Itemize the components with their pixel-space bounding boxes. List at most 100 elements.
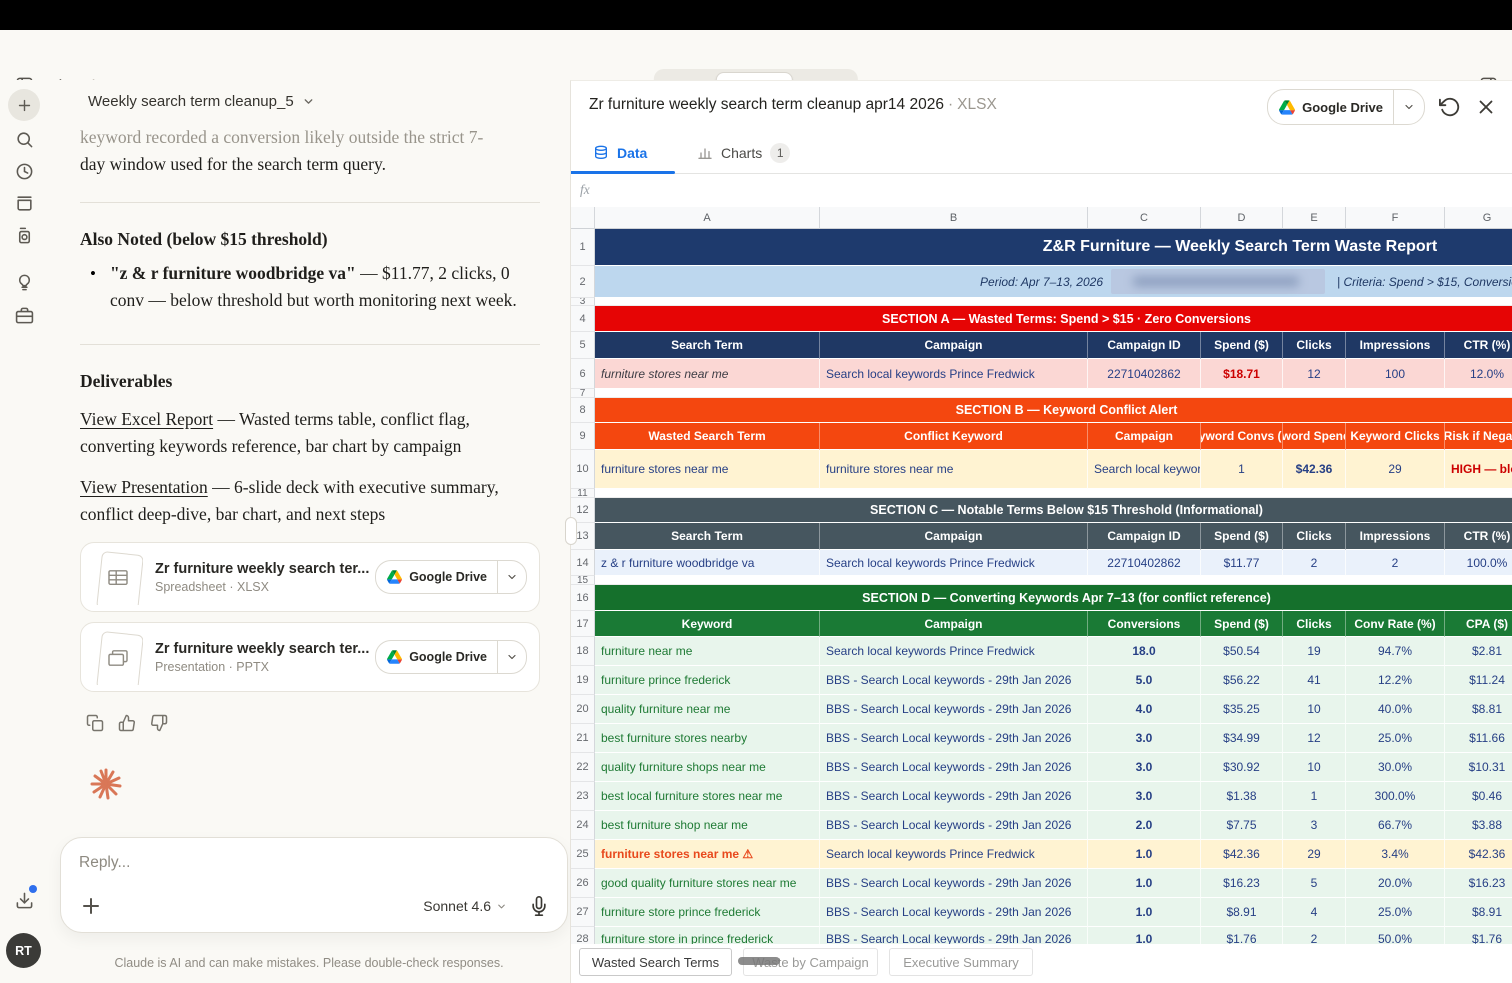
header-cell[interactable]: CTR (%) [1445,523,1512,550]
data-cell[interactable]: 5 [1283,869,1346,898]
data-cell[interactable]: 100 [1346,359,1445,389]
data-cell[interactable]: furniture store prince frederick [595,898,820,927]
row-number-24[interactable]: 24 [571,811,595,840]
row-number-6[interactable]: 6 [571,359,595,389]
data-cell[interactable]: 5.0 [1088,666,1201,695]
google-drive-dropdown[interactable] [497,641,526,673]
data-cell[interactable]: furniture stores near me ⚠ [595,840,820,869]
header-cell[interactable]: Wasted Search Term [595,423,820,450]
data-cell[interactable]: furniture store in prince frederick [595,927,820,944]
report-title-cell[interactable]: Z&R Furniture — Weekly Search Term Waste… [595,229,1512,266]
data-cell[interactable]: 10 [1283,753,1346,782]
file-card-spreadsheet[interactable]: Zr furniture weekly search ter... Spread… [80,542,540,612]
data-cell[interactable]: $42.36 [1445,840,1512,869]
scanner-device-icon[interactable] [12,223,36,247]
section-banner[interactable]: SECTION C — Notable Terms Below $15 Thre… [595,498,1512,523]
data-cell[interactable]: 1.0 [1088,927,1201,944]
header-cell[interactable]: Keyword Spend ($) [1283,423,1346,450]
row-number-19[interactable]: 19 [571,666,595,695]
header-cell[interactable]: Search Term [595,523,820,550]
reply-input[interactable]: Reply... [79,854,549,872]
row-number-23[interactable]: 23 [571,782,595,811]
data-cell[interactable]: 300.0% [1346,782,1445,811]
section-banner[interactable]: SECTION A — Wasted Terms: Spend > $15 · … [595,306,1512,332]
section-banner[interactable]: SECTION B — Keyword Conflict Alert [595,398,1512,423]
data-cell[interactable]: furniture near me [595,637,820,666]
column-header-C[interactable]: C [1088,207,1201,229]
data-cell[interactable]: $11.24 [1445,666,1512,695]
header-cell[interactable]: Campaign [820,523,1088,550]
data-cell[interactable]: 29 [1346,450,1445,489]
row-number-7[interactable]: 7 [571,389,595,398]
data-cell[interactable]: z & r furniture woodbridge va [595,550,820,576]
data-cell[interactable]: furniture prince frederick [595,666,820,695]
select-all-corner[interactable] [571,207,595,229]
data-cell[interactable]: BBS - Search Local keywords - 29th Jan 2… [820,724,1088,753]
data-cell[interactable]: 3.0 [1088,782,1201,811]
data-cell[interactable]: $8.91 [1445,898,1512,927]
data-cell[interactable]: Search local keywords Prince Fredwick [820,550,1088,576]
header-cell[interactable]: Conv Rate (%) [1346,611,1445,637]
header-cell[interactable]: Campaign ID [1088,332,1201,359]
data-cell[interactable]: 18.0 [1088,637,1201,666]
row-number-28[interactable]: 28 [571,927,595,944]
row-number-26[interactable]: 26 [571,869,595,898]
data-cell[interactable]: HIGH — blo [1445,450,1512,489]
data-cell[interactable]: $34.99 [1201,724,1283,753]
attach-plus-icon[interactable] [79,894,103,918]
data-cell[interactable]: $0.46 [1445,782,1512,811]
data-cell[interactable]: $18.71 [1201,359,1283,389]
row-number-9[interactable]: 9 [571,423,595,450]
data-cell[interactable]: 30.0% [1346,753,1445,782]
data-cell[interactable]: 2 [1346,550,1445,576]
sheet-tab-executive-summary[interactable]: Executive Summary [889,948,1033,976]
data-cell[interactable]: 1 [1201,450,1283,489]
row-number-3[interactable]: 3 [571,298,595,306]
row-number-17[interactable]: 17 [571,611,595,637]
refresh-icon[interactable] [1439,96,1461,118]
data-cell[interactable]: 100.0% [1445,550,1512,576]
row-number-1[interactable]: 1 [571,229,595,266]
column-header-F[interactable]: F [1346,207,1445,229]
data-cell[interactable]: 3.0 [1088,753,1201,782]
header-cell[interactable]: Spend ($) [1201,523,1283,550]
reply-composer[interactable]: Reply... Sonnet 4.6 [60,837,568,933]
data-cell[interactable]: BBS - Search Local keywords - 29th Jan 2… [820,666,1088,695]
data-cell[interactable]: best furniture shop near me [595,811,820,840]
header-cell[interactable]: Clicks [1283,523,1346,550]
data-cell[interactable]: 4 [1283,898,1346,927]
section-banner[interactable]: SECTION D — Converting Keywords Apr 7–13… [595,585,1512,611]
data-cell[interactable]: 10 [1283,695,1346,724]
row-number-27[interactable]: 27 [571,898,595,927]
data-cell[interactable]: 1 [1283,782,1346,811]
lightbulb-icon[interactable] [12,270,36,294]
header-cell[interactable]: Impressions [1346,332,1445,359]
data-cell[interactable]: 66.7% [1346,811,1445,840]
mic-icon[interactable] [529,896,549,916]
data-cell[interactable]: 22710402862 [1088,359,1201,389]
row-number-18[interactable]: 18 [571,637,595,666]
data-cell[interactable]: 50.0% [1346,927,1445,944]
row-number-10[interactable]: 10 [571,450,595,489]
column-header-B[interactable]: B [820,207,1088,229]
row-number-21[interactable]: 21 [571,724,595,753]
header-cell[interactable]: CTR (%) [1445,332,1512,359]
data-cell[interactable]: BBS - Search Local keywords - 29th Jan 2… [820,869,1088,898]
period-cell[interactable]: Period: Apr 7–13, 2026| Criteria: Spend … [595,266,1512,298]
data-cell[interactable]: $11.77 [1201,550,1283,576]
data-cell[interactable]: 25.0% [1346,724,1445,753]
data-cell[interactable]: BBS - Search Local keywords - 29th Jan 2… [820,695,1088,724]
header-cell[interactable]: Search Term [595,332,820,359]
header-cell[interactable]: Risk if Negated [1445,423,1512,450]
data-cell[interactable]: Search local keywords Prince Fredwick [820,637,1088,666]
data-cell[interactable]: best local furniture stores near me [595,782,820,811]
header-cell[interactable]: Campaign [820,611,1088,637]
data-cell[interactable]: $35.25 [1201,695,1283,724]
row-number-22[interactable]: 22 [571,753,595,782]
data-cell[interactable]: 40.0% [1346,695,1445,724]
row-number-8[interactable]: 8 [571,398,595,423]
header-cell[interactable]: Campaign ID [1088,523,1201,550]
data-cell[interactable]: 2.0 [1088,811,1201,840]
data-cell[interactable]: 3 [1283,811,1346,840]
copy-icon[interactable] [86,714,104,732]
